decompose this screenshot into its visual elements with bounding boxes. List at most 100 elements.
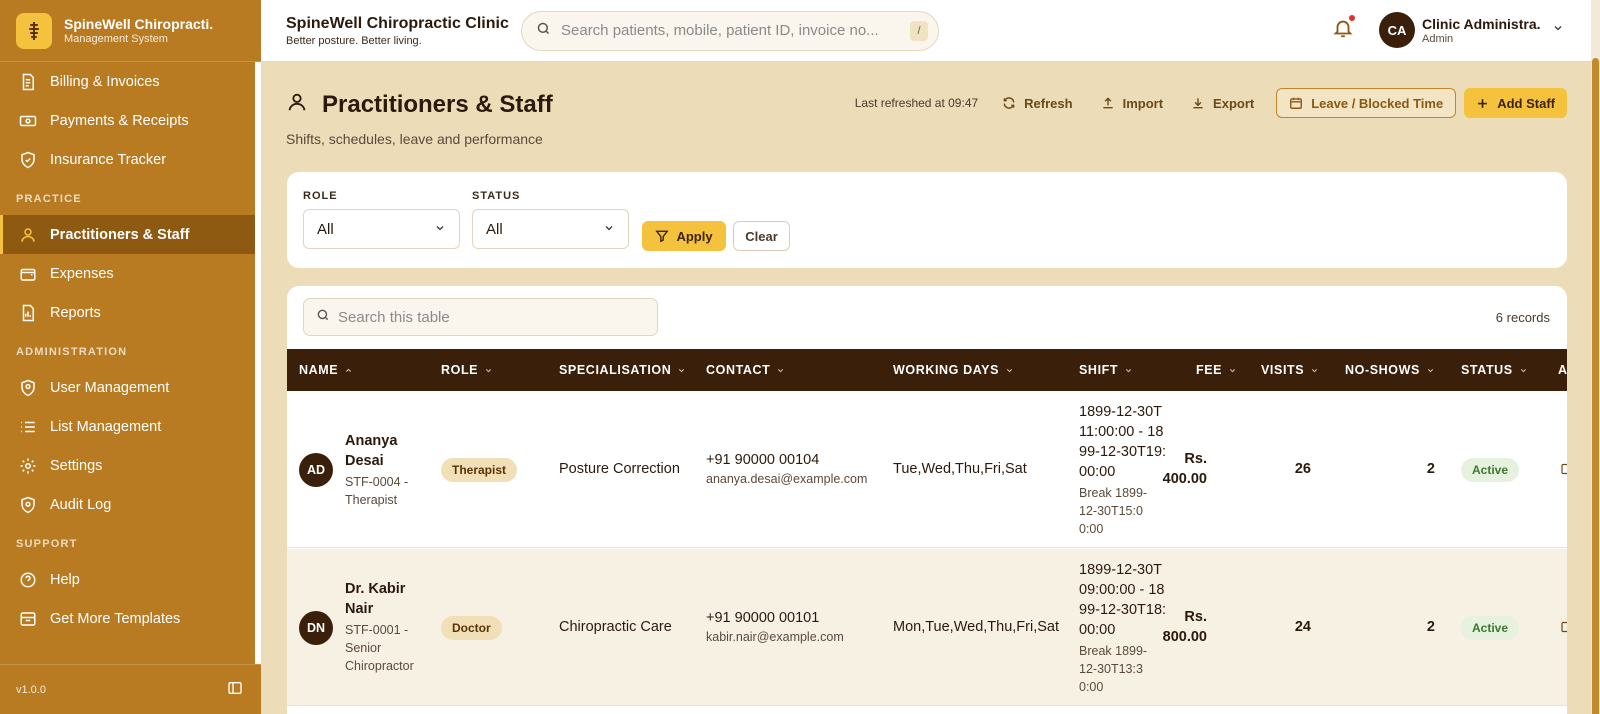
sidebar-item-label: Settings (50, 457, 103, 474)
sidebar-item-practitioners[interactable]: Practitioners & Staff (0, 215, 255, 254)
user-role: Admin (1422, 32, 1454, 45)
user-name: Clinic Administra. (1422, 15, 1541, 32)
column-header-label: SHIFT (1079, 363, 1119, 377)
chevron-down-icon (677, 366, 686, 375)
sidebar-item-billing[interactable]: Billing & Invoices (0, 62, 255, 101)
sidebar-section-administration: ADMINISTRATION (16, 346, 128, 358)
sidebar-item-user-management[interactable]: User Management (0, 368, 255, 407)
notifications-button[interactable] (1328, 15, 1358, 45)
brand-name: SpineWell Chiropracti. (64, 16, 214, 32)
column-header-shift[interactable]: SHIFT (1079, 349, 1133, 391)
staff-name[interactable]: Ananya Desai (345, 431, 421, 471)
sidebar: SpineWell Chiropracti. Management System… (0, 0, 261, 714)
column-header-label: WORKING DAYS (893, 363, 1000, 377)
column-header-role[interactable]: ROLE (441, 349, 493, 391)
sidebar-item-audit-log[interactable]: Audit Log (0, 485, 255, 524)
store-icon (18, 609, 38, 629)
sidebar-item-label: List Management (50, 418, 162, 435)
column-header-status[interactable]: STATUS (1461, 349, 1528, 391)
column-header-fee[interactable]: FEE (1196, 349, 1237, 391)
apply-label: Apply (676, 228, 713, 244)
apply-filter-button[interactable]: Apply (642, 221, 726, 251)
email-cell: ananya.desai@example.com (706, 472, 868, 486)
column-header-label: NAME (299, 363, 339, 377)
global-search-input[interactable] (561, 22, 910, 39)
role-select[interactable]: All (303, 209, 460, 249)
user-icon (286, 90, 308, 119)
fee-cell: Rs. 400.00 (1162, 451, 1207, 487)
brand-subtitle: Management System (64, 33, 168, 45)
table-search-input[interactable] (338, 308, 645, 326)
sidebar-item-expenses[interactable]: Expenses (0, 254, 255, 293)
table-search[interactable] (303, 298, 658, 336)
status-badge: Active (1461, 458, 1520, 482)
import-label: Import (1122, 95, 1164, 111)
status-badge: Active (1461, 616, 1520, 640)
page-header: Practitioners & Staff Shifts, schedules,… (286, 90, 553, 148)
clinic-tagline: Better posture. Better living. (286, 34, 422, 47)
notification-dot (1349, 15, 1355, 21)
edit-icon[interactable] (1560, 620, 1567, 639)
working-days-cell: Mon,Tue,Wed,Thu,Fri,Sat (893, 619, 1060, 635)
working-days-cell: Tue,Wed,Thu,Fri,Sat (893, 461, 1027, 477)
sidebar-brand[interactable]: SpineWell Chiropracti. Management System (0, 0, 261, 62)
table-row[interactable]: AD Ananya Desai STF-0004 - Therapist The… (287, 391, 1567, 548)
column-header-working-days[interactable]: WORKING DAYS (893, 349, 1014, 391)
wallet-icon (18, 264, 38, 284)
main-scrollbar[interactable] (1591, 0, 1600, 714)
user-menu[interactable]: CA Clinic Administra. Admin (1379, 12, 1564, 48)
sidebar-item-payments[interactable]: Payments & Receipts (0, 101, 255, 140)
avatar: DN (299, 611, 333, 645)
add-staff-label: Add Staff (1497, 95, 1555, 111)
sidebar-section-support: SUPPORT (16, 538, 78, 550)
column-header-specialisation[interactable]: SPECIALISATION (559, 349, 686, 391)
leave-blocked-time-button[interactable]: Leave / Blocked Time (1276, 88, 1457, 118)
status-select[interactable]: All (472, 209, 629, 249)
shield-check-icon (18, 150, 38, 170)
sidebar-item-settings[interactable]: Settings (0, 446, 255, 485)
export-button[interactable]: Export (1179, 88, 1266, 118)
sidebar-item-help[interactable]: Help (0, 560, 255, 599)
status-select-value: All (486, 220, 503, 238)
sidebar-item-label: Practitioners & Staff (50, 226, 190, 243)
sidebar-item-reports[interactable]: Reports (0, 293, 255, 332)
sidebar-item-label: Get More Templates (50, 610, 181, 627)
column-header-visits[interactable]: VISITS (1261, 349, 1319, 391)
sidebar-nav: Billing & Invoices Payments & Receipts I… (0, 62, 255, 664)
main-scrollbar-thumb[interactable] (1592, 58, 1599, 714)
export-label: Export (1213, 95, 1255, 111)
sidebar-item-label: Expenses (50, 265, 114, 282)
chevron-down-icon (1228, 366, 1237, 375)
column-header-label: ROLE (441, 363, 479, 377)
sidebar-item-list-management[interactable]: List Management (0, 407, 255, 446)
collapse-sidebar-icon[interactable] (227, 680, 243, 699)
import-button[interactable]: Import (1089, 88, 1175, 118)
column-header-label: STATUS (1461, 363, 1513, 377)
refresh-button[interactable]: Refresh (990, 88, 1084, 118)
sidebar-item-label: Billing & Invoices (50, 73, 160, 90)
column-header-contact[interactable]: CONTACT (706, 349, 785, 391)
chevron-down-icon (434, 221, 446, 238)
specialisation-cell: Chiropractic Care (559, 619, 672, 635)
sidebar-item-templates[interactable]: Get More Templates (0, 599, 255, 638)
staff-name[interactable]: Dr. Kabir Nair (345, 579, 421, 619)
global-search[interactable]: / (521, 10, 939, 51)
column-header-no-shows[interactable]: NO-SHOWS (1345, 349, 1435, 391)
sidebar-item-label: User Management (50, 379, 170, 396)
sidebar-item-label: Help (50, 571, 80, 588)
avatar: AD (299, 453, 333, 487)
staff-meta: STF-0001 - Senior Chiropractor (345, 623, 414, 673)
edit-icon[interactable] (1560, 462, 1567, 481)
column-header-actions[interactable]: A (1558, 349, 1567, 391)
specialisation-cell: Posture Correction (559, 461, 680, 477)
phone-cell: +91 90000 00101 (706, 610, 820, 626)
table-header: NAME ROLE SPECIALISATION CONTACT WORKING… (287, 349, 1567, 391)
clear-filter-button[interactable]: Clear (733, 221, 790, 251)
sidebar-scrollbar[interactable] (255, 62, 261, 664)
column-header-name[interactable]: NAME (299, 349, 353, 391)
download-icon (1191, 96, 1205, 110)
status-filter: STATUS All (472, 190, 629, 249)
table-row[interactable]: DN Dr. Kabir Nair STF-0001 - Senior Chir… (287, 549, 1567, 706)
sidebar-item-insurance[interactable]: Insurance Tracker (0, 140, 255, 179)
add-staff-button[interactable]: Add Staff (1464, 88, 1567, 118)
